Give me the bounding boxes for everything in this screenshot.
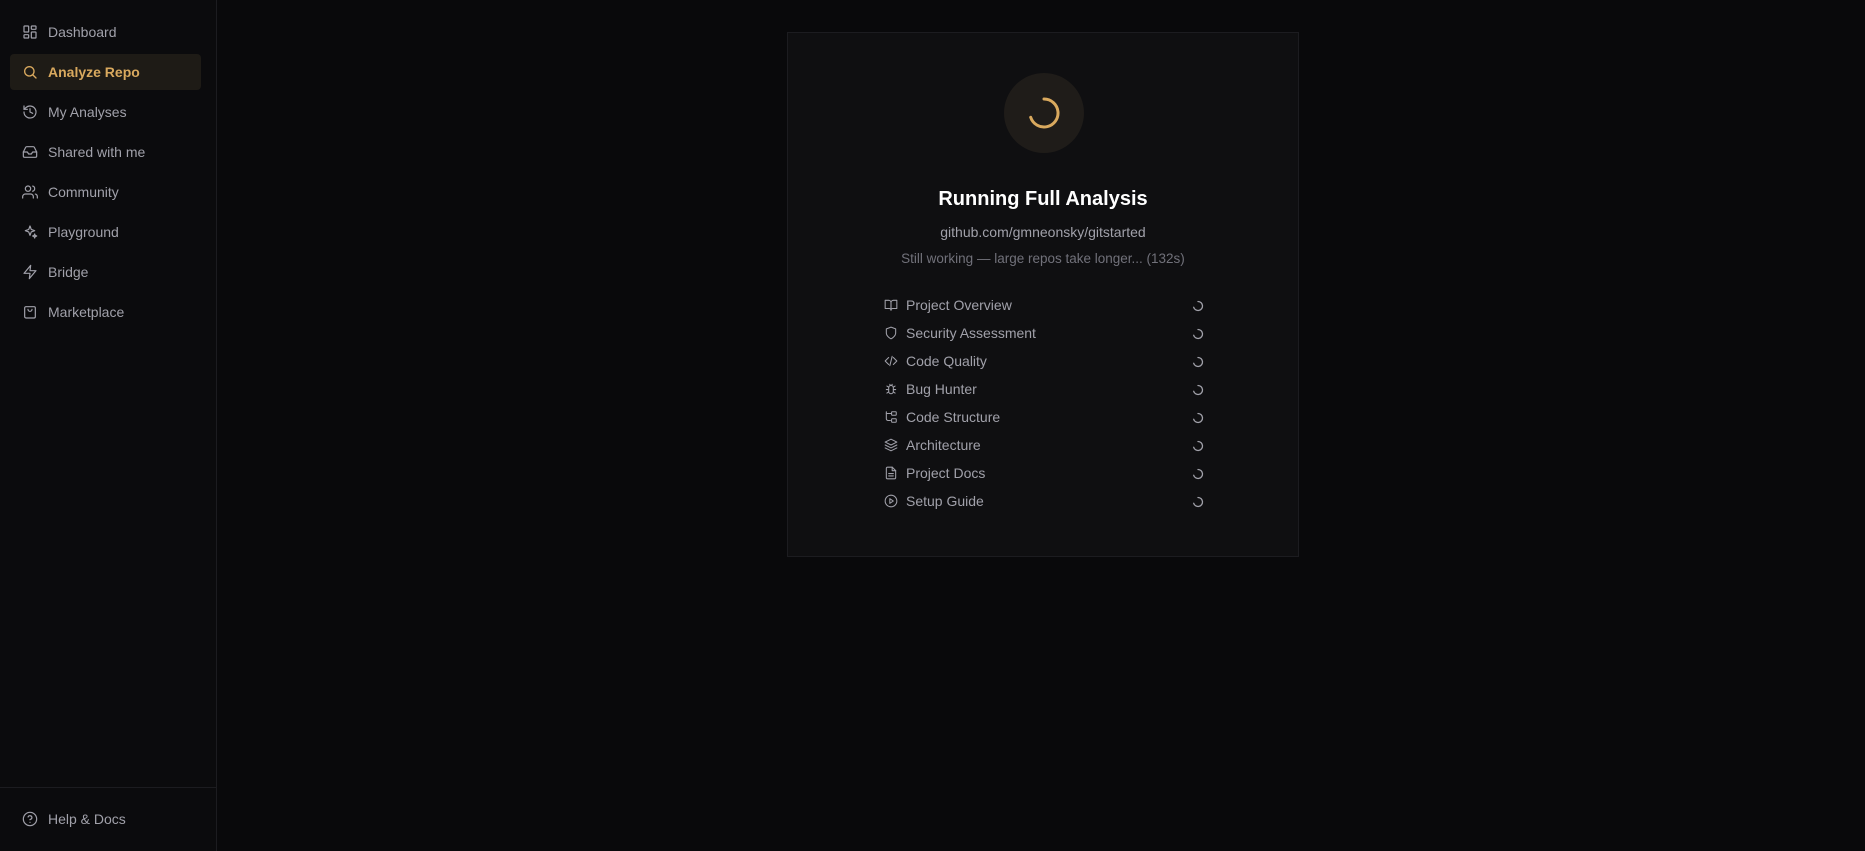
task-item-code-quality: Code Quality [884, 351, 1204, 371]
task-item-setup-guide: Setup Guide [884, 491, 1204, 511]
task-label: Bug Hunter [906, 381, 977, 397]
code-icon [884, 354, 898, 368]
layers-icon [884, 438, 898, 452]
sparkles-icon [22, 224, 38, 240]
sidebar-item-analyze-repo[interactable]: Analyze Repo [10, 54, 201, 90]
loading-spinner [1004, 73, 1084, 153]
sidebar-item-label: Help & Docs [48, 811, 126, 827]
task-label: Architecture [906, 437, 981, 453]
sidebar-item-playground[interactable]: Playground [10, 214, 201, 250]
sidebar-item-label: Shared with me [48, 144, 146, 160]
zap-icon [22, 264, 38, 280]
sidebar-item-my-analyses[interactable]: My Analyses [10, 94, 201, 130]
sidebar-item-label: Bridge [48, 264, 89, 280]
book-open-icon [884, 298, 898, 312]
analysis-task-list: Project Overview Security Assessment Cod… [884, 295, 1204, 519]
analysis-progress-card: Running Full Analysis github.com/gmneons… [787, 32, 1299, 557]
play-circle-icon [884, 494, 898, 508]
sidebar-item-help-docs[interactable]: Help & Docs [10, 801, 201, 837]
sidebar-item-label: Community [48, 184, 119, 200]
shopping-bag-icon [22, 304, 38, 320]
sidebar-item-label: Playground [48, 224, 119, 240]
task-spinner-icon [1192, 439, 1204, 452]
bug-icon [884, 382, 898, 396]
repo-url: github.com/gmneonsky/gitstarted [940, 224, 1146, 240]
history-icon [22, 104, 38, 120]
file-text-icon [884, 466, 898, 480]
task-item-bug-hunter: Bug Hunter [884, 379, 1204, 399]
task-spinner-icon [1192, 327, 1204, 340]
task-label: Setup Guide [906, 493, 984, 509]
task-spinner-icon [1192, 355, 1204, 368]
shield-icon [884, 326, 898, 340]
spinner-icon [1029, 97, 1060, 129]
task-label: Project Docs [906, 465, 986, 481]
sidebar-item-bridge[interactable]: Bridge [10, 254, 201, 290]
users-icon [22, 184, 38, 200]
analysis-title: Running Full Analysis [938, 188, 1148, 210]
task-spinner-icon [1192, 495, 1204, 508]
inbox-icon [22, 144, 38, 160]
task-label: Code Structure [906, 409, 1001, 425]
sidebar-item-label: Dashboard [48, 24, 117, 40]
task-item-code-structure: Code Structure [884, 407, 1204, 427]
task-spinner-icon [1192, 383, 1204, 396]
help-circle-icon [22, 811, 38, 827]
status-message: Still working — large repos take longer.… [901, 251, 1185, 266]
task-spinner-icon [1192, 467, 1204, 480]
sidebar-footer: Help & Docs [0, 787, 216, 851]
sidebar-item-label: My Analyses [48, 104, 127, 120]
task-spinner-icon [1192, 299, 1204, 312]
task-label: Project Overview [906, 297, 1012, 313]
task-label: Security Assessment [906, 325, 1036, 341]
sidebar: Dashboard Analyze Repo My Analyses Share… [0, 0, 217, 851]
sidebar-item-label: Analyze Repo [48, 64, 140, 80]
sidebar-item-label: Marketplace [48, 304, 125, 320]
task-spinner-icon [1192, 411, 1204, 424]
task-item-project-overview: Project Overview [884, 295, 1204, 315]
search-icon [22, 64, 38, 80]
sidebar-item-shared-with-me[interactable]: Shared with me [10, 134, 201, 170]
sidebar-item-marketplace[interactable]: Marketplace [10, 294, 201, 330]
task-item-project-docs: Project Docs [884, 463, 1204, 483]
app-root: Dashboard Analyze Repo My Analyses Share… [0, 0, 1865, 851]
dashboard-icon [22, 24, 38, 40]
sidebar-item-community[interactable]: Community [10, 174, 201, 210]
git-branch-icon [884, 410, 898, 424]
sidebar-item-dashboard[interactable]: Dashboard [10, 14, 201, 50]
sidebar-nav: Dashboard Analyze Repo My Analyses Share… [10, 14, 201, 334]
task-item-security-assessment: Security Assessment [884, 323, 1204, 343]
task-label: Code Quality [906, 353, 987, 369]
task-item-architecture: Architecture [884, 435, 1204, 455]
